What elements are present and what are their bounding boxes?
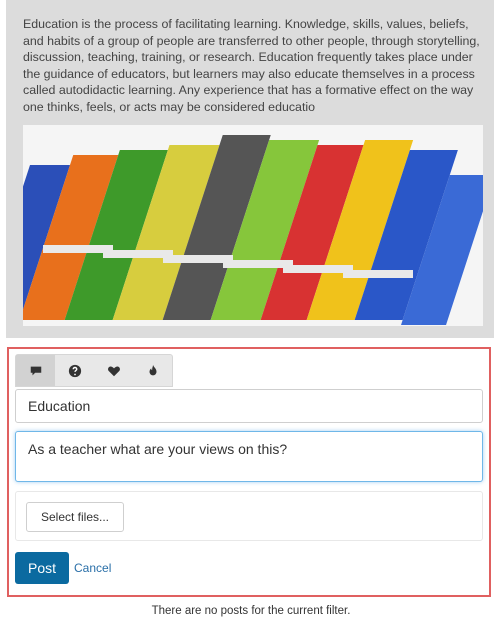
post-card: Education is the process of facilitating… bbox=[6, 0, 494, 338]
post-button[interactable]: Post bbox=[15, 552, 69, 584]
post-text: Education is the process of facilitating… bbox=[23, 17, 480, 114]
tab-heart[interactable] bbox=[94, 355, 133, 386]
post-body-input[interactable]: As a teacher what are your views on this… bbox=[15, 431, 483, 482]
tab-comment[interactable] bbox=[16, 355, 55, 386]
attachments-area: Select files... bbox=[15, 491, 483, 541]
select-files-button[interactable]: Select files... bbox=[26, 502, 124, 532]
books-image bbox=[23, 125, 483, 326]
flame-icon bbox=[149, 364, 156, 375]
post-title-input[interactable] bbox=[15, 389, 483, 423]
post-composer: As a teacher what are your views on this… bbox=[7, 347, 491, 597]
no-posts-message: There are no posts for the current filte… bbox=[151, 605, 351, 617]
question-icon bbox=[68, 364, 81, 377]
tab-question[interactable] bbox=[55, 355, 94, 386]
heart-icon bbox=[107, 365, 120, 376]
cancel-link[interactable]: Cancel bbox=[74, 561, 111, 575]
post-type-tabs bbox=[15, 354, 173, 387]
tab-flame[interactable] bbox=[133, 355, 172, 386]
comment-icon bbox=[30, 366, 41, 375]
